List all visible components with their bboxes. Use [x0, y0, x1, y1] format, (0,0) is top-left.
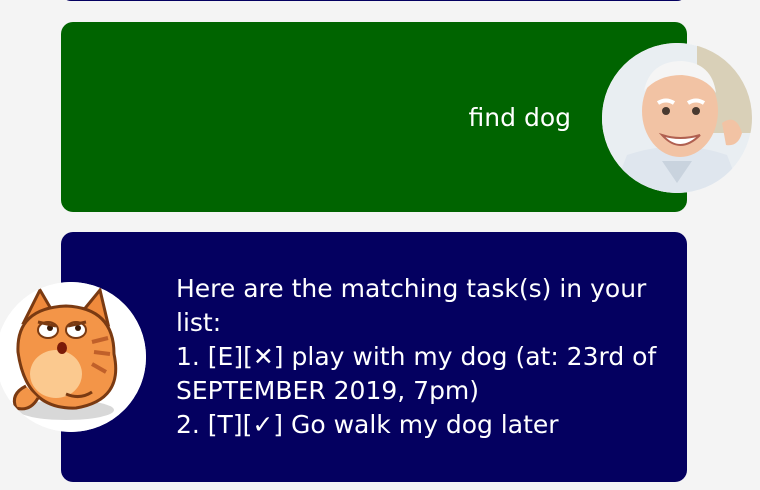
user-message-bubble: find dog — [61, 22, 687, 212]
bot-message-text: Here are the matching task(s) in your li… — [176, 272, 656, 442]
previous-message-bubble — [61, 0, 687, 1]
bot-message-bubble: Here are the matching task(s) in your li… — [61, 232, 687, 482]
bot-message-line: list: — [176, 308, 222, 337]
user-photo-icon — [602, 43, 752, 193]
bot-message-line: 1. [E][✕] play with my dog (at: 23rd of — [176, 342, 657, 371]
bot-message-line: SEPTEMBER 2019, 7pm) — [176, 376, 480, 405]
bot-message-line: Here are the matching task(s) in your — [176, 274, 647, 303]
user-message-text: find dog — [468, 103, 571, 132]
cat-mascot-icon — [0, 282, 146, 432]
chat-dialog: find dog Here are the matching task(s) i… — [0, 0, 760, 490]
bot-message-line: 2. [T][✓] Go walk my dog later — [176, 410, 559, 439]
